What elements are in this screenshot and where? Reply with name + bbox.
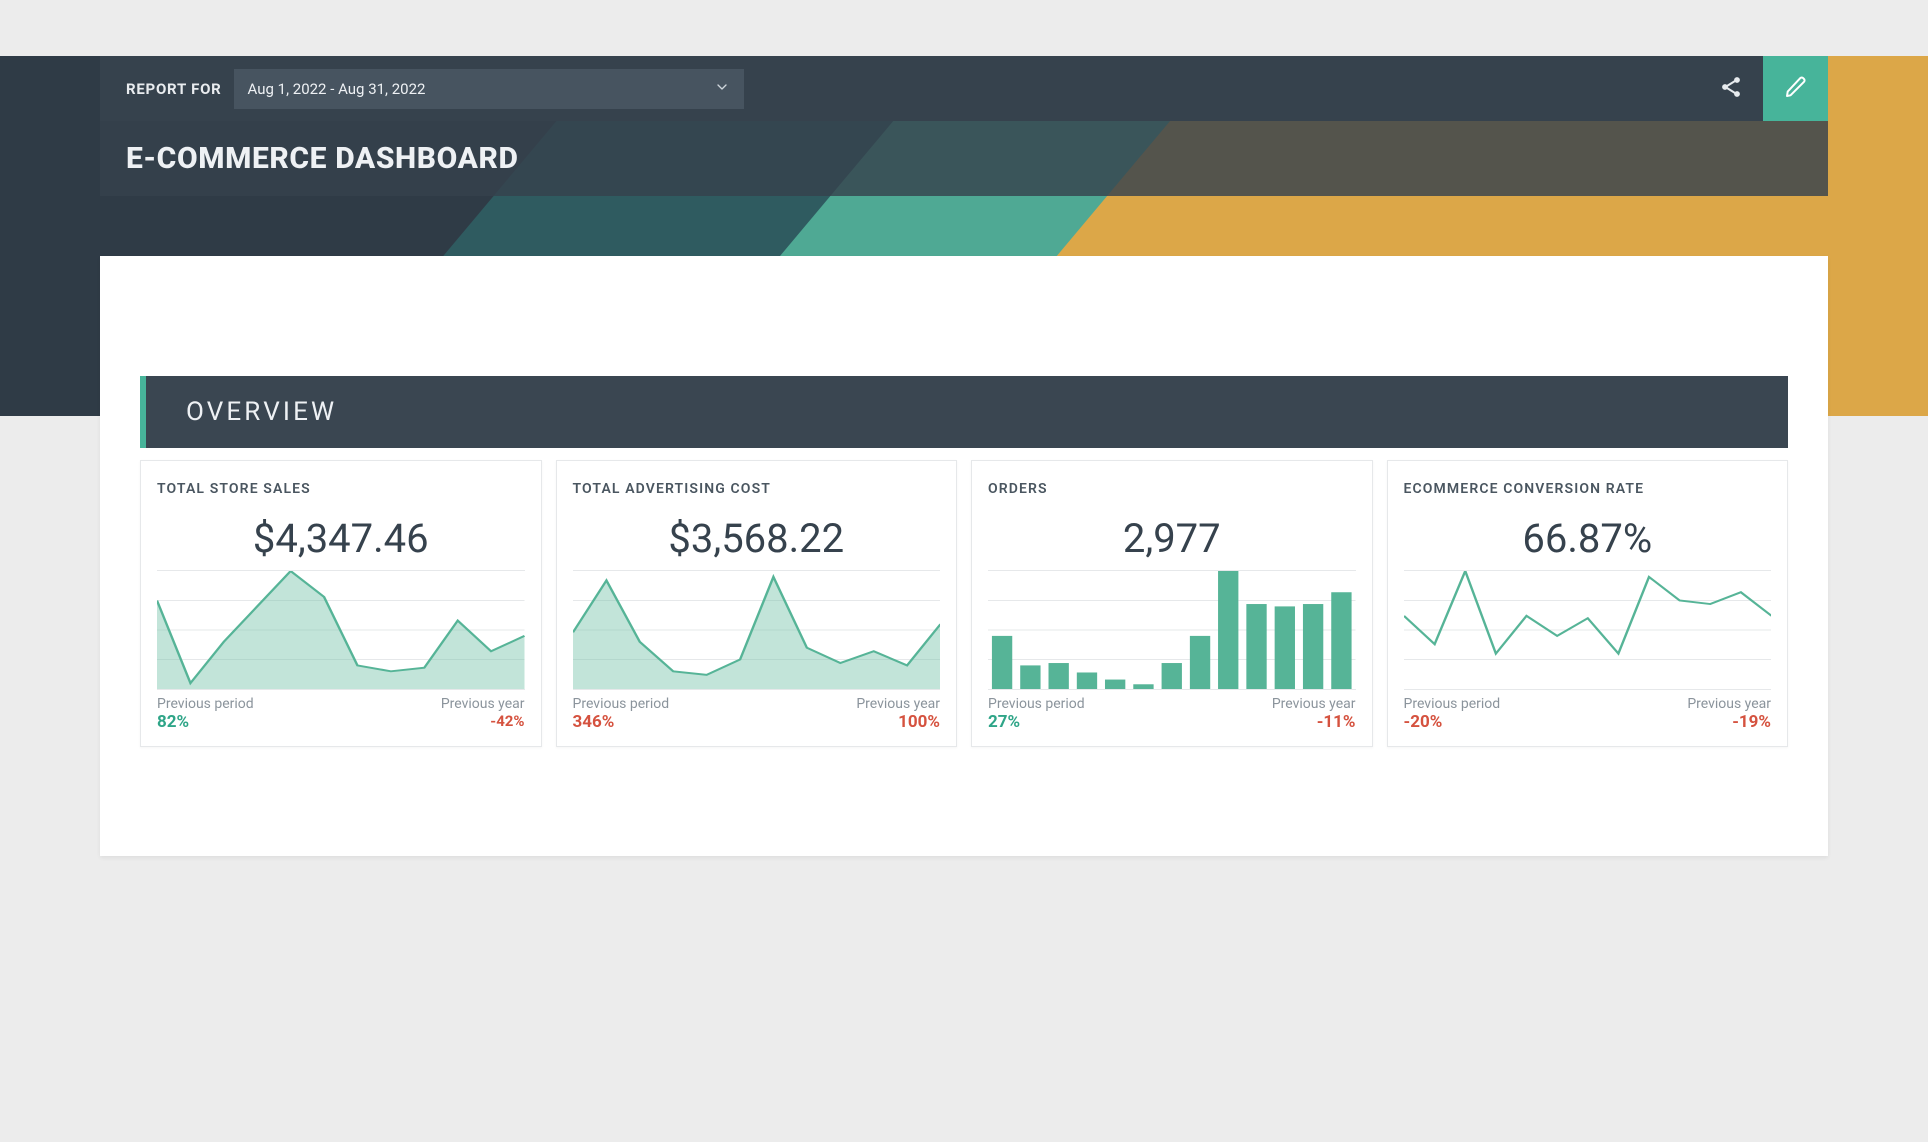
sparkline-chart	[573, 570, 941, 690]
overview-header: OVERVIEW	[140, 376, 1788, 448]
prev-period-pct: 27%	[988, 712, 1085, 732]
card-total-advertising-cost: TOTAL ADVERTISING COST $3,568.22 Previou…	[556, 460, 958, 747]
card-compare: Previous period -20% Previous year -19%	[1404, 696, 1772, 732]
prev-period-pct: 82%	[157, 712, 254, 732]
card-title: ECOMMERCE CONVERSION RATE	[1404, 481, 1772, 497]
card-value: $3,568.22	[573, 515, 941, 562]
date-range-value: Aug 1, 2022 - Aug 31, 2022	[248, 80, 426, 98]
prev-year-label: Previous year	[1272, 696, 1356, 712]
pencil-icon	[1784, 75, 1808, 103]
card-title: ORDERS	[988, 481, 1356, 497]
card-title: TOTAL STORE SALES	[157, 481, 525, 497]
prev-year-label: Previous year	[856, 696, 940, 712]
report-topbar: REPORT FOR Aug 1, 2022 - Aug 31, 2022	[100, 56, 1828, 121]
date-range-select[interactable]: Aug 1, 2022 - Aug 31, 2022	[234, 69, 744, 109]
sparkline-chart	[157, 570, 525, 690]
share-icon	[1719, 75, 1743, 103]
content-panel: OVERVIEW TOTAL STORE SALES $4,347.46 Pre…	[100, 256, 1828, 856]
card-value: 66.87%	[1404, 515, 1772, 562]
card-value: $4,347.46	[157, 515, 525, 562]
sparkline-chart	[988, 570, 1356, 690]
prev-period-pct: 346%	[573, 712, 670, 732]
page-title-bar: E-COMMERCE DASHBOARD	[100, 121, 1828, 196]
card-title: TOTAL ADVERTISING COST	[573, 481, 941, 497]
prev-year-label: Previous year	[1687, 696, 1771, 712]
prev-year-label: Previous year	[441, 696, 525, 712]
card-total-store-sales: TOTAL STORE SALES $4,347.46 Previous per…	[140, 460, 542, 747]
card-compare: Previous period 82% Previous year -42%	[157, 696, 525, 732]
prev-year-pct: 100%	[898, 712, 940, 732]
card-ecommerce-conversion-rate: ECOMMERCE CONVERSION RATE 66.87% Previou…	[1387, 460, 1789, 747]
card-value: 2,977	[988, 515, 1356, 562]
overview-cards: TOTAL STORE SALES $4,347.46 Previous per…	[140, 460, 1788, 747]
prev-period-label: Previous period	[988, 696, 1085, 712]
overview-heading: OVERVIEW	[186, 397, 337, 427]
prev-period-label: Previous period	[573, 696, 670, 712]
prev-year-pct: -19%	[1732, 712, 1771, 732]
prev-year-pct: -42%	[490, 712, 524, 730]
card-compare: Previous period 27% Previous year -11%	[988, 696, 1356, 732]
prev-period-label: Previous period	[157, 696, 254, 712]
prev-period-pct: -20%	[1404, 712, 1501, 732]
edit-button[interactable]	[1763, 56, 1828, 121]
card-orders: ORDERS 2,977 Previous period 27% Previou…	[971, 460, 1373, 747]
report-for-label: REPORT FOR	[126, 80, 222, 98]
prev-period-label: Previous period	[1404, 696, 1501, 712]
card-compare: Previous period 346% Previous year 100%	[573, 696, 941, 732]
chevron-down-icon	[714, 79, 730, 99]
sparkline-chart	[1404, 570, 1772, 690]
share-button[interactable]	[1698, 56, 1763, 121]
page-title: E-COMMERCE DASHBOARD	[126, 141, 519, 176]
prev-year-pct: -11%	[1317, 712, 1356, 732]
